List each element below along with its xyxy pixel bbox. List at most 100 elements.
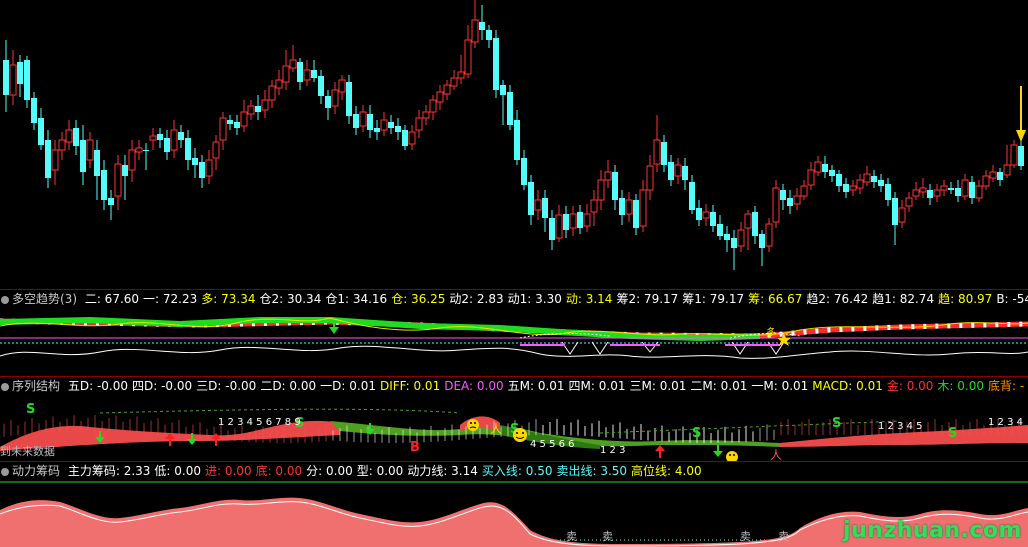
candle [94,140,100,200]
candle [787,190,793,214]
duokong-header-item: 动: 3.14 [565,292,613,306]
candle [752,206,758,244]
candle [961,174,969,200]
dongli-header-item: 主力筹码: 2.33 [67,464,151,478]
candle [800,180,808,200]
xulie-header-item: 一M: 0.01 [751,379,809,393]
candle [51,140,59,185]
duo-marker-text: 多 [766,326,776,339]
dongli-header-item: 低: 0.00 [154,464,201,478]
candle [737,222,745,252]
candle [856,174,864,194]
candles-group [3,0,1024,270]
indicator-dot-icon[interactable] [1,296,9,304]
dongli-header-item: 高位线: 4.00 [631,464,702,478]
duokong-header-item: 筹: 66.67 [748,292,803,306]
candle [905,192,913,212]
duokong-header-item: 二: 67.60 [84,292,140,306]
candle [583,204,591,232]
candle [534,190,542,220]
xulie-header-item: 四D: -0.00 [132,379,193,393]
candle [380,112,388,136]
duokong-header-item: 动1: 3.30 [507,292,562,306]
indicator-dot-icon[interactable] [1,383,9,391]
candle [633,194,639,235]
svg-text:S: S [26,402,35,417]
candle [240,100,248,132]
candle [878,174,884,192]
indicator-name[interactable]: 动力筹码 [12,464,60,478]
candle [625,192,633,222]
svg-text:S: S [948,426,957,441]
candle [863,166,871,186]
seq-numbers-c: 1 2 3 4 [988,417,1023,428]
candle [619,190,625,225]
candle [234,115,240,135]
candle [780,184,786,210]
candle [1003,145,1011,178]
candle [814,156,822,176]
candle [374,120,380,140]
candle [702,204,710,226]
candle [1010,140,1018,168]
duokong-header-item: 筹2: 79.17 [616,292,679,306]
candle [247,100,255,120]
svg-text:S: S [832,416,841,431]
candle [772,180,780,228]
candle [170,120,178,158]
watermark: junzhuan.com [843,518,1022,543]
candle [843,178,849,198]
candle [927,184,933,205]
seq-numbers-b: 1 2 3 4 5 [878,421,923,432]
candlestick-canvas[interactable] [0,0,1028,289]
indicator-dot-icon[interactable] [1,468,9,476]
candle [892,192,898,245]
xulie-header-item: 三D: -0.00 [196,379,257,393]
future-data-tip: 到未来数据 [0,445,55,458]
candle [646,155,654,200]
duokong-header-item: B: -54.38 [996,292,1028,306]
candle [597,170,605,210]
candle [80,125,86,185]
duokong-header-item: 趋1: 82.74 [872,292,935,306]
candle [604,160,612,188]
xulie-header-item: 木: 0.00 [937,379,984,393]
candle [612,165,618,210]
candle [653,115,661,172]
xulie-header: 序列结构 五D: -0.00 四D: -0.00 三D: -0.00 二D: 0.00… [0,377,1028,395]
main-candlestick-chart[interactable] [0,0,1028,289]
candle [164,130,170,160]
dongli-header-item: 型: 0.00 [356,464,404,478]
candle [528,175,534,225]
candle [948,182,954,194]
candle [436,85,444,110]
xulie-header-item: 三M: 0.01 [629,379,687,393]
duokong-panel[interactable]: 多 [0,308,1028,376]
indicator-name[interactable]: 序列结构 [12,379,60,393]
candle [353,106,359,135]
green-down-arrows [95,423,723,457]
xulie-header-item: 二M: 0.01 [690,379,748,393]
duokong-canvas: 多 [0,316,1028,359]
candle [45,130,51,188]
candle [86,132,94,168]
smiley-icon [513,428,527,442]
candle [975,180,983,202]
candle [479,5,485,40]
candle [639,180,647,232]
candle [325,90,331,120]
xulie-panel[interactable]: S S S S S S B 1 2 3 4 5 6 7 8 9 1 2 3 4 … [0,395,1028,461]
xulie-canvas: S S S S S S B 1 2 3 4 5 6 7 8 9 1 2 3 4 … [0,402,1028,461]
candle [268,80,276,108]
candle [331,82,339,114]
candle [493,30,499,98]
indicator-name[interactable]: 多空趋势(3) [12,292,77,306]
candle [563,206,569,238]
xulie-header-item: 五M: 0.01 [507,379,565,393]
candle [199,155,205,188]
seq-numbers-d: 4 5 5 6 6 [530,439,575,450]
candle [9,50,17,105]
candle [157,128,163,148]
dongli-header-item: 卖出线: 3.50 [556,464,628,478]
candle [471,0,479,48]
